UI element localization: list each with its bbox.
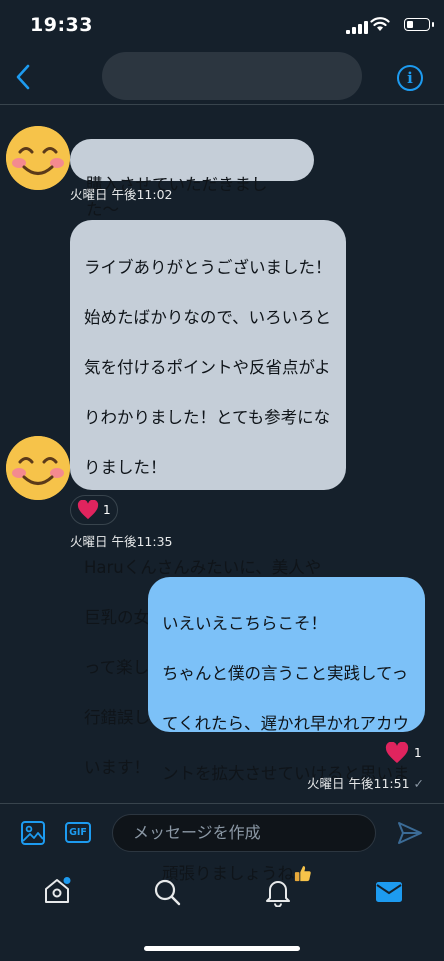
- message-bubble-outgoing[interactable]: いえいえこちらこそ！ ちゃんと僕の言うこと実践してっ てくれたら、遅かれ早かれア…: [148, 577, 425, 883]
- message-time: 火曜日 午後11:51: [307, 776, 410, 791]
- message-line: 始めたばかりなので、いろいろと: [84, 308, 332, 327]
- message-line: てくれたら、遅かれ早かれアカウ: [162, 714, 410, 733]
- avatar[interactable]: [6, 126, 70, 190]
- search-icon[interactable]: [153, 878, 181, 906]
- message-line: りました！: [84, 458, 167, 477]
- message-line: りわかりました！とても参考にな: [84, 408, 331, 427]
- reaction-badge[interactable]: 1: [70, 495, 118, 525]
- avatar[interactable]: [6, 436, 70, 500]
- send-icon[interactable]: [396, 820, 424, 846]
- message-bubble-incoming[interactable]: ライブありがとうございました！ 始めたばかりなので、いろいろと 気を付けるポイン…: [70, 220, 346, 777]
- home-icon[interactable]: [42, 876, 72, 906]
- message-timestamp: 火曜日 午後11:51 ✓: [307, 773, 424, 792]
- message-line: ちゃんと僕の言うこと実践してっ: [162, 664, 409, 683]
- composer-divider: [0, 803, 444, 804]
- message-line: いえいえこちらこそ！: [162, 614, 327, 633]
- thumbs-up-icon: [294, 866, 311, 882]
- read-checkmark-icon: ✓: [413, 776, 424, 791]
- message-line-blank: [84, 505, 332, 530]
- message-timestamp: 火曜日 午後11:02: [70, 187, 173, 202]
- image-icon[interactable]: [20, 820, 46, 846]
- header-divider: [0, 104, 444, 105]
- message-line: ライブありがとうございました！: [84, 258, 332, 277]
- message-input[interactable]: メッセージを作成: [112, 814, 376, 852]
- message-bubble-incoming[interactable]: 購入させていただきました〜: [70, 139, 314, 219]
- battery-icon: [404, 18, 434, 31]
- heart-icon[interactable]: [385, 742, 409, 764]
- status-time: 19:33: [30, 14, 93, 36]
- message-timestamp: 火曜日 午後11:35: [70, 534, 173, 549]
- cellular-signal-icon: [346, 20, 368, 34]
- heart-icon: [77, 500, 99, 520]
- wifi-icon: [370, 17, 390, 31]
- reaction-count: 1: [414, 746, 422, 760]
- message-line: 気を付けるポイントや反省点がよ: [84, 358, 331, 377]
- smiling-face-icon: [6, 436, 70, 500]
- reaction-count: 1: [103, 503, 111, 517]
- home-indicator: [144, 946, 300, 951]
- smiling-face-icon: [6, 126, 70, 190]
- conversation-title-redacted[interactable]: [102, 52, 362, 100]
- info-icon[interactable]: i: [397, 65, 423, 91]
- back-chevron-icon[interactable]: [14, 62, 32, 92]
- gif-button[interactable]: GIF: [65, 822, 91, 843]
- bell-icon[interactable]: [264, 877, 292, 907]
- mail-icon[interactable]: [375, 880, 403, 904]
